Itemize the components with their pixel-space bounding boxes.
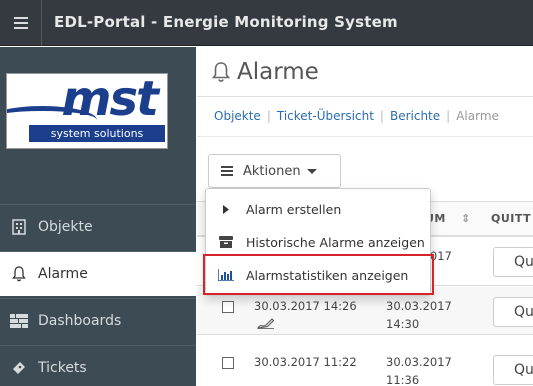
sidebar-item-alarme[interactable]: Alarme — [0, 251, 196, 296]
start-datetime: 30.03.2017 11:22 — [254, 355, 357, 369]
breadcrumb-ticket-uebersicht[interactable]: Ticket-Übersicht — [277, 109, 374, 123]
top-bar: EDL-Portal - Energie Monitoring System — [0, 0, 533, 46]
sidebar-item-label: Objekte — [38, 219, 93, 235]
caret-right-icon — [206, 204, 246, 214]
row-checkbox[interactable] — [222, 357, 234, 369]
sidebar: mst system solutions Objekte Alarme Dash… — [0, 47, 196, 386]
end-time: 14:30 — [386, 317, 420, 331]
ticket-icon — [0, 360, 38, 376]
sidebar-item-label: Tickets — [38, 360, 87, 376]
edit-signature-icon[interactable] — [256, 317, 275, 332]
breadcrumb-objekte[interactable]: Objekte — [214, 109, 261, 123]
menu-item-historische-alarme[interactable]: Historische Alarme anzeigen — [206, 227, 432, 257]
bell-icon — [211, 62, 231, 82]
menu-toggle-button[interactable] — [0, 0, 42, 46]
building-icon — [0, 219, 38, 235]
menu-item-alarm-erstellen[interactable]: Alarm erstellen — [206, 194, 432, 224]
actions-button-label: Aktionen — [243, 163, 301, 179]
header-divider — [197, 96, 533, 97]
list-icon — [221, 170, 233, 172]
end-time: 11:36 — [386, 373, 420, 386]
sidebar-item-label: Dashboards — [38, 313, 122, 329]
bell-icon — [0, 266, 38, 282]
logo-brand: mst — [61, 73, 159, 127]
quittieren-button[interactable]: Qu — [493, 247, 533, 277]
end-date: 30.03.2017 — [386, 355, 452, 369]
actions-dropdown-button[interactable]: Aktionen — [208, 154, 341, 188]
sort-icon[interactable]: ⇕ — [461, 212, 471, 225]
page-title: Alarme — [211, 59, 319, 85]
start-datetime: 30.03.2017 14:26 — [254, 299, 357, 313]
row-checkbox[interactable] — [222, 301, 234, 313]
breadcrumb-berichte[interactable]: Berichte — [390, 109, 440, 123]
sidebar-item-objekte[interactable]: Objekte — [0, 204, 196, 249]
sidebar-item-tickets[interactable]: Tickets — [0, 345, 196, 386]
breadcrumb-separator: | — [266, 109, 271, 123]
sidebar-item-label: Alarme — [38, 266, 88, 282]
breadcrumb-separator: | — [379, 109, 384, 123]
logo-tagline: system solutions — [29, 125, 165, 142]
caret-down-icon — [306, 168, 317, 174]
page-title-text: Alarme — [237, 59, 319, 85]
menu-item-label: Historische Alarme anzeigen — [246, 234, 425, 250]
app-title: EDL-Portal - Energie Monitoring System — [54, 13, 398, 31]
menu-item-label: Alarm erstellen — [246, 201, 342, 217]
sidebar-item-dashboards[interactable]: Dashboards — [0, 298, 196, 343]
end-date: 30.03.2017 — [386, 299, 452, 313]
breadcrumb: Objekte | Ticket-Übersicht | Berichte | Alarme — [214, 109, 499, 123]
quittieren-button[interactable]: Qu — [493, 297, 533, 327]
breadcrumb-divider — [197, 136, 533, 137]
hamburger-icon — [13, 22, 28, 24]
breadcrumb-current: Alarme — [456, 109, 499, 123]
column-header-quitt[interactable]: QUITT — [491, 212, 531, 225]
table-row: 30.03.2017 11:22 30.03.2017 11:36 Qu — [197, 343, 533, 386]
breadcrumb-separator: | — [446, 109, 451, 123]
archive-icon — [206, 236, 246, 248]
dashboard-grid-icon — [0, 314, 38, 328]
quittieren-button[interactable]: Qu — [493, 355, 533, 385]
company-logo: mst system solutions — [6, 73, 168, 149]
highlight-box — [203, 254, 434, 295]
